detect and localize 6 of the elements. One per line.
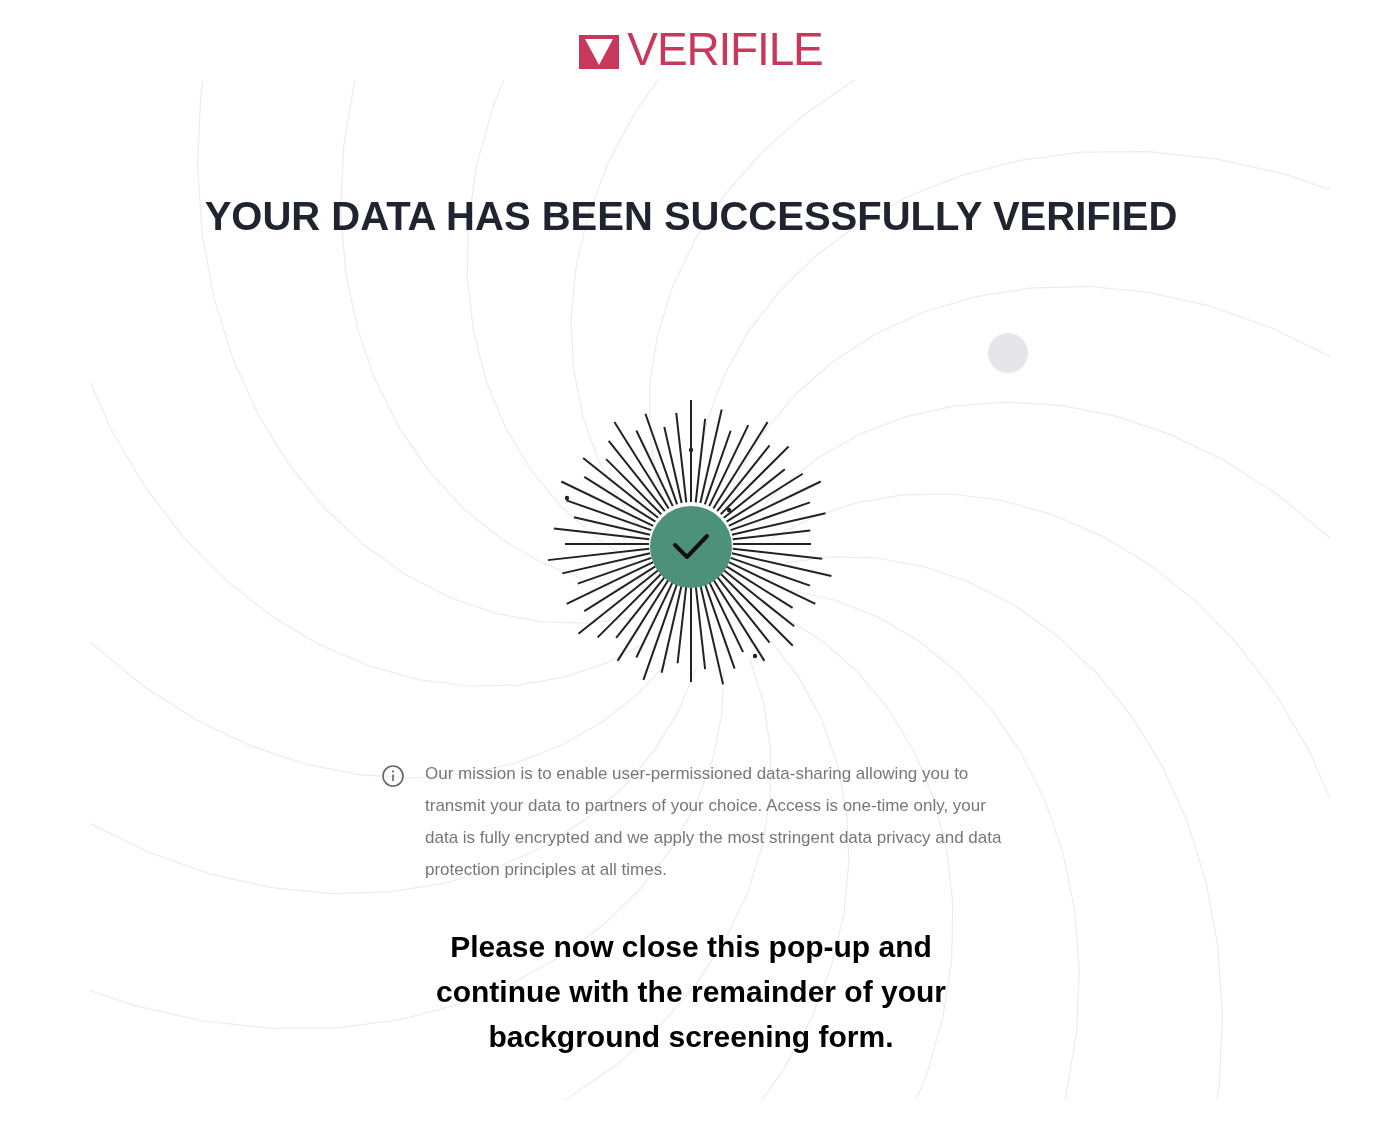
- page-title: YOUR DATA HAS BEEN SUCCESSFULLY VERIFIED: [204, 196, 1178, 236]
- info-icon: [381, 764, 405, 788]
- info-text: Our mission is to enable user-permissioned data-sharing allowing you to transmit your data to partners of your choice. Access is one-time only, your data is fully encrypted and we apply the most stringent data privacy and data protection principles at all times.: [425, 763, 1003, 881]
- logo-text: VERIFILE: [627, 26, 823, 72]
- instruction-text: Please now close this pop-up and continue with the remainder of your background screening form.: [434, 929, 947, 1055]
- dot-icon: [988, 333, 1028, 373]
